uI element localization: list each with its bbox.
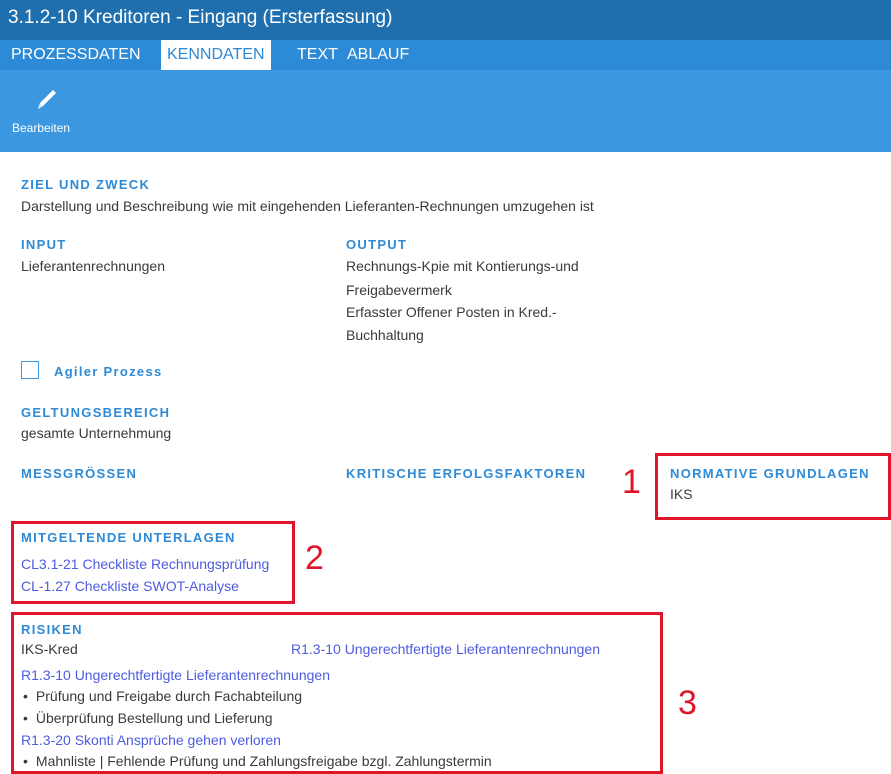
ziel-heading: ZIEL UND ZWECK (21, 177, 151, 192)
edit-label: Bearbeiten (12, 121, 71, 135)
agile-label: Agiler Prozess (54, 364, 163, 379)
output-heading: OUTPUT (346, 237, 408, 252)
toolbar: Bearbeiten (0, 70, 891, 152)
title-bar: 3.1.2-10 Kreditoren - Eingang (Ersterfas… (0, 0, 891, 40)
risk-measure: Prüfung und Freigabe durch Fachabteilung (23, 688, 302, 704)
mitgeltende-heading: MITGELTENDE UNTERLAGEN (21, 530, 236, 545)
edit-button[interactable]: Bearbeiten (8, 78, 88, 144)
output-line: Rechnungs-Kpie mit Kontierungs-und (346, 258, 579, 274)
risk-category-link[interactable]: R1.3-10 Ungerechtfertigte Lieferantenrec… (291, 641, 600, 657)
normative-heading: NORMATIVE GRUNDLAGEN (670, 466, 870, 481)
risk-measure: Mahnliste | Fehlende Prüfung und Zahlung… (23, 753, 492, 769)
output-line: Freigabevermerk (346, 282, 452, 298)
geltung-heading: GELTUNGSBEREICH (21, 405, 171, 420)
annotation-2: 2 (305, 539, 324, 577)
annotation-3: 3 (678, 684, 697, 722)
tab-prozessdaten[interactable]: PROZESSDATEN (5, 40, 147, 70)
risk-measure: Überprüfung Bestellung und Lieferung (23, 710, 273, 726)
output-line: Erfasster Offener Posten in Kred.- (346, 304, 557, 320)
document-link[interactable]: CL-1.27 Checkliste SWOT-Analyse (21, 578, 239, 594)
input-heading: INPUT (21, 237, 67, 252)
geltung-text: gesamte Unternehmung (21, 425, 172, 441)
pencil-icon (38, 90, 56, 109)
risk-link[interactable]: R1.3-20 Skonti Ansprüche gehen verloren (21, 732, 281, 748)
input-text: Lieferantenrechnungen (21, 258, 166, 274)
normative-text: IKS (670, 486, 693, 502)
tab-kenndaten[interactable]: KENNDATEN (161, 40, 271, 70)
agile-checkbox[interactable] (21, 361, 39, 379)
output-line: Buchhaltung (346, 327, 424, 343)
tab-bar: PROZESSDATEN KENNDATEN TEXT ABLAUF (0, 40, 891, 70)
risk-link[interactable]: R1.3-10 Ungerechtfertigte Lieferantenrec… (21, 667, 330, 683)
document-link[interactable]: CL3.1-21 Checkliste Rechnungsprüfung (21, 556, 269, 572)
tab-ablauf[interactable]: ABLAUF (341, 40, 415, 70)
kritisch-heading: KRITISCHE ERFOLGSFAKTOREN (346, 466, 587, 481)
tab-text[interactable]: TEXT (291, 40, 344, 70)
messgroessen-heading: MESSGRÖSSEN (21, 466, 138, 481)
window-title: 3.1.2-10 Kreditoren - Eingang (Ersterfas… (8, 7, 393, 28)
risiken-heading: RISIKEN (21, 622, 83, 637)
ziel-text: Darstellung und Beschreibung wie mit ein… (21, 198, 594, 214)
risiken-category: IKS-Kred (21, 641, 78, 657)
annotation-1: 1 (622, 463, 641, 501)
